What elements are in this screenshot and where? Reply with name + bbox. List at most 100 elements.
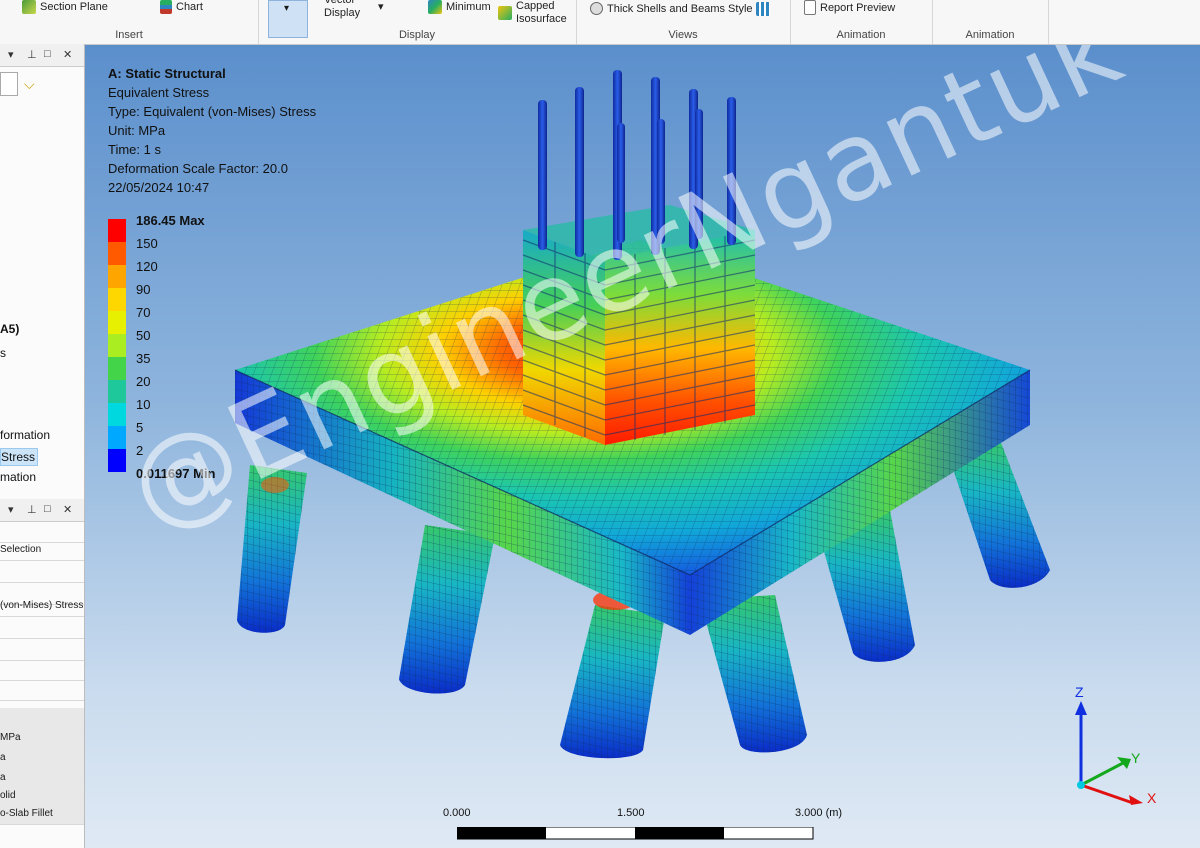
legend-swatch	[108, 334, 126, 357]
report-icon	[804, 0, 816, 15]
result-unit: Unit: MPa	[108, 123, 166, 138]
ribbon-group-animation-2: Animation	[932, 0, 1049, 44]
legend-label: 90	[136, 282, 151, 297]
details-row[interactable]: MPa	[0, 728, 84, 749]
triad-x-label: X	[1147, 790, 1157, 805]
filter-icon[interactable]: ⌵	[24, 76, 35, 93]
scale-label-0: 0.000	[443, 807, 471, 819]
ribbon-group-insert: Section Plane Chart Insert	[0, 0, 259, 44]
legend-label: 120	[136, 259, 158, 274]
details-row[interactable]	[0, 660, 84, 681]
details-row[interactable]: o-Slab Fillet	[0, 804, 84, 825]
minimum-icon	[428, 0, 442, 14]
scale-bar-graphic	[457, 827, 814, 840]
legend-row[interactable]: 50	[108, 328, 248, 357]
ribbon-group-label: Insert	[115, 29, 143, 41]
details-row[interactable]	[0, 708, 84, 729]
graphics-viewport[interactable]: A: Static Structural Equivalent Stress T…	[85, 45, 1200, 848]
ribbon-group-label: Animation	[965, 29, 1015, 41]
triad-z-label: Z	[1075, 685, 1084, 700]
pin-icon[interactable]: ⊥	[27, 48, 37, 61]
section-plane-button[interactable]: Section Plane	[22, 0, 108, 14]
legend-row[interactable]: 90	[108, 282, 248, 311]
chevron-down-icon: ▾	[284, 3, 290, 14]
legend-label: 150	[136, 236, 158, 251]
legend-label: 186.45 Max	[136, 213, 205, 228]
legend-label: 70	[136, 305, 151, 320]
vector-display-button[interactable]: Vector Display	[324, 0, 368, 20]
details-row[interactable]: (von-Mises) Stress	[0, 596, 84, 617]
triad-y-label: Y	[1131, 750, 1141, 766]
pin-icon[interactable]: ⊥	[27, 503, 37, 516]
legend-row[interactable]: 120	[108, 259, 248, 288]
details-row[interactable]: a	[0, 748, 84, 769]
legend-swatch	[108, 265, 126, 288]
mesh-view-button[interactable]	[756, 2, 770, 16]
details-row[interactable]	[0, 618, 84, 639]
capped-isosurface-button[interactable]: Capped Isosurface	[498, 0, 567, 26]
close-icon[interactable]: ✕	[63, 48, 72, 61]
result-date: 22/05/2024 10:47	[108, 180, 210, 195]
probe-button[interactable]: ▾	[378, 0, 384, 13]
report-preview-button[interactable]: Report Preview	[804, 0, 895, 15]
legend-swatch	[108, 380, 126, 403]
minimum-button[interactable]: Minimum	[428, 0, 491, 14]
legend-swatch	[108, 403, 126, 426]
ribbon-group-label: Animation	[836, 29, 886, 41]
chart-icon	[160, 0, 172, 14]
details-panel-header: ▾ ⊥ □ ✕	[0, 499, 84, 522]
mesh-icon	[756, 2, 770, 16]
maximize-icon[interactable]: □	[44, 503, 51, 515]
legend-row[interactable]: 186.45 Max	[108, 213, 248, 242]
legend-label: 10	[136, 397, 151, 412]
ribbon-group-views: Thick Shells and Beams Style Views	[576, 0, 791, 44]
shell-style-icon	[590, 2, 603, 15]
ribbon-group-animation: Report Preview Animation	[790, 0, 933, 44]
chart-button[interactable]: Chart	[160, 0, 203, 14]
legend-label: 50	[136, 328, 151, 343]
legend-swatch	[108, 242, 126, 265]
legend-swatch	[108, 288, 126, 311]
scale-label-2: 3.000 (m)	[795, 807, 843, 819]
result-name: Equivalent Stress	[108, 85, 210, 100]
axis-triad[interactable]: Z Y X	[1051, 685, 1161, 805]
details-row[interactable]	[0, 562, 84, 583]
scale-label-1: 1.500	[617, 807, 645, 819]
ribbon-group-display: ▾ Vector Display ▾ Minimum Capped Isosur…	[258, 0, 577, 44]
legend-row[interactable]: 150	[108, 236, 248, 265]
legend-row[interactable]: 35	[108, 351, 248, 380]
legend-row[interactable]: 70	[108, 305, 248, 334]
legend-swatch	[108, 357, 126, 380]
details-row[interactable]	[0, 640, 84, 661]
tree-item-selected[interactable]: Stress	[0, 448, 39, 466]
close-icon[interactable]: ✕	[63, 503, 72, 516]
details-row[interactable]: Selection	[0, 540, 84, 561]
capped-isosurface-icon	[498, 6, 512, 20]
legend-swatch	[108, 219, 126, 242]
pin-icon[interactable]: ▾	[8, 48, 14, 61]
tree-item[interactable]: s	[0, 346, 6, 360]
result-info: A: Static Structural Equivalent Stress T…	[108, 64, 316, 197]
details-row[interactable]	[0, 680, 84, 701]
tree-item[interactable]: A5)	[0, 322, 19, 336]
maximize-icon[interactable]: □	[44, 48, 51, 60]
chevron-down-icon: ▾	[378, 1, 384, 13]
legend-swatch	[108, 311, 126, 334]
legend-label: 35	[136, 351, 151, 366]
ribbon: Section Plane Chart Insert ▾ Vector Disp…	[0, 0, 1200, 45]
ribbon-group-label: Display	[398, 29, 436, 41]
outline-panel: ▾ ⊥ □ ✕ ⌵ A5) s formation Stress mation …	[0, 44, 85, 848]
analysis-title: A: Static Structural	[108, 66, 226, 81]
pin-icon[interactable]: ▾	[8, 503, 14, 516]
deformation-scale: Deformation Scale Factor: 20.0	[108, 161, 288, 176]
legend-label: 20	[136, 374, 151, 389]
result-type: Type: Equivalent (von-Mises) Stress	[108, 104, 317, 119]
outline-panel-header: ▾ ⊥ □ ✕	[0, 44, 84, 67]
result-time: Time: 1 s	[108, 142, 161, 157]
thick-shells-beams-button[interactable]: Thick Shells and Beams Style	[590, 2, 753, 15]
tree-item[interactable]: formation	[0, 428, 50, 442]
outline-search-input[interactable]	[0, 72, 18, 96]
tree-item[interactable]: mation	[0, 470, 36, 484]
ribbon-group-label: Views	[668, 29, 698, 41]
section-plane-icon	[22, 0, 36, 14]
